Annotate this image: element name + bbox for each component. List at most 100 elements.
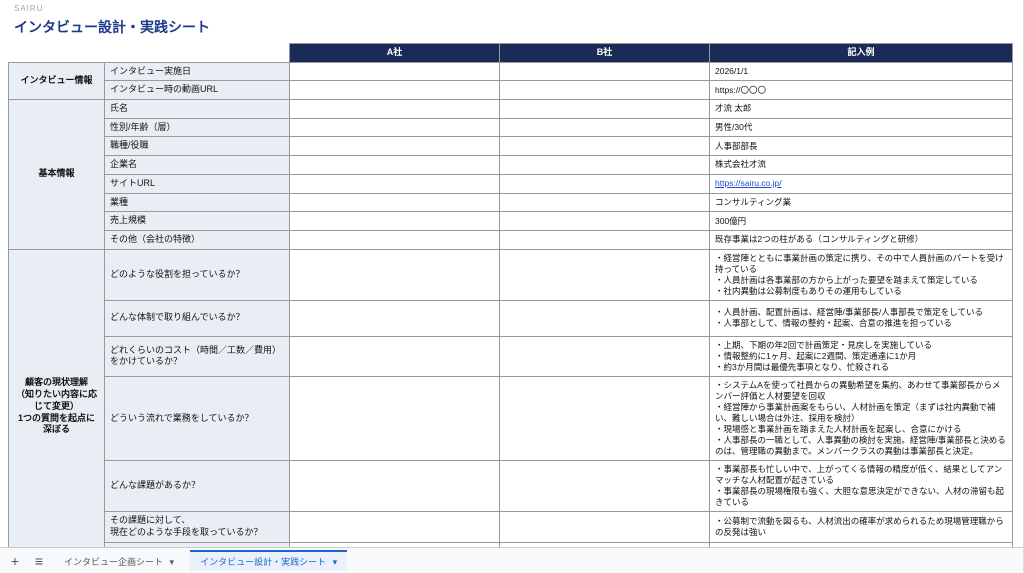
tab-plan[interactable]: インタビュー企画シート ▾ (54, 550, 184, 571)
company-b-cell[interactable] (500, 212, 710, 231)
company-b-cell[interactable] (500, 249, 710, 300)
section-label: 基本情報 (9, 100, 105, 250)
company-a-cell[interactable] (290, 512, 500, 542)
table-row: インタビュー情報インタビュー実施日2026/1/1 (9, 62, 1013, 81)
brand-label: SAIRU (8, 4, 1015, 13)
table-row: どういう流れで業務をしているか？ システムAを使って社員からの異動希望を集約、あわ… (9, 376, 1013, 460)
table-row: 職種/役職 人事部部長 (9, 137, 1013, 156)
tab-design-label: インタビュー設計・実践シート (200, 557, 326, 567)
question-cell[interactable]: インタビュー時の動画URL (105, 81, 290, 100)
company-a-cell[interactable] (290, 81, 500, 100)
example-cell[interactable]: 才流 太郎 (710, 100, 1013, 119)
add-sheet-button[interactable]: + (6, 552, 24, 570)
example-cell[interactable]: 既存事業は2つの柱がある（コンサルティングと研修） (710, 230, 1013, 249)
sheet-tabbar: + ≡ インタビュー企画シート ▾ インタビュー設計・実践シート ▾ (0, 547, 1023, 573)
company-a-cell[interactable] (290, 156, 500, 175)
question-cell[interactable]: 氏名 (105, 100, 290, 119)
company-b-cell[interactable] (500, 174, 710, 193)
company-a-cell[interactable] (290, 336, 500, 376)
section-label: 顧客の現状理解（知りたい内容に応じて変更）1つの質問を起点に深ぼる (9, 249, 105, 547)
table-row: その課題に対して、現在どのような手段を取っているか？ 公募制で流動を図るも、人材流… (9, 512, 1013, 542)
question-cell[interactable]: 職種/役職 (105, 137, 290, 156)
company-b-cell[interactable] (500, 137, 710, 156)
question-cell[interactable]: どういう流れで業務をしているか？ (105, 376, 290, 460)
company-b-cell[interactable] (500, 512, 710, 542)
example-cell[interactable]: 人員計画、配置計画は、経営陣/事業部長/人事部長で策定をしている人事部として、情… (710, 300, 1013, 336)
example-cell[interactable]: 2026/1/1 (710, 62, 1013, 81)
company-a-cell[interactable] (290, 118, 500, 137)
company-a-cell[interactable] (290, 300, 500, 336)
question-cell[interactable]: その課題に対して、現在どのような手段を取っているか？ (105, 512, 290, 542)
question-cell[interactable]: どんな課題があるか？ (105, 461, 290, 512)
example-cell[interactable]: 公募制で流動を図るも、人材流出の確率が求められるため現場管理職からの反発は強い (710, 512, 1013, 542)
company-a-cell[interactable] (290, 461, 500, 512)
chevron-down-icon: ▾ (170, 557, 175, 567)
table-row: サイトURL https://sairu.co.jp/ (9, 174, 1013, 193)
col-header-a: A社 (290, 44, 500, 63)
question-cell[interactable]: 業種 (105, 193, 290, 212)
company-b-cell[interactable] (500, 62, 710, 81)
question-cell[interactable]: その他（会社の特徴） (105, 230, 290, 249)
table-row: 顧客の現状理解（知りたい内容に応じて変更）1つの質問を起点に深ぼるどのような役割… (9, 249, 1013, 300)
example-cell[interactable]: 300億円 (710, 212, 1013, 231)
company-a-cell[interactable] (290, 62, 500, 81)
question-cell[interactable]: 性別/年齢（層） (105, 118, 290, 137)
example-cell[interactable]: 男性/30代 (710, 118, 1013, 137)
question-cell[interactable]: どんな体制で取り組んでいるか？ (105, 300, 290, 336)
table-row: 基本情報氏名才流 太郎 (9, 100, 1013, 119)
company-b-cell[interactable] (500, 300, 710, 336)
company-a-cell[interactable] (290, 212, 500, 231)
company-a-cell[interactable] (290, 249, 500, 300)
interview-table: A社 B社 記入例 インタビュー情報インタビュー実施日2026/1/1インタビュ… (8, 43, 1013, 547)
site-url-link[interactable]: https://sairu.co.jp/ (715, 178, 782, 188)
table-row: 売上規模 300億円 (9, 212, 1013, 231)
company-a-cell[interactable] (290, 376, 500, 460)
table-row: どんな課題があるか？ 事業部長も忙しい中で、上がってくる情報の精度が低く、結果とし… (9, 461, 1013, 512)
question-cell[interactable]: どのような役割を担っているか？ (105, 249, 290, 300)
question-cell[interactable]: サイトURL (105, 174, 290, 193)
company-b-cell[interactable] (500, 193, 710, 212)
example-cell[interactable]: https://sairu.co.jp/ (710, 174, 1013, 193)
question-cell[interactable]: 企業名 (105, 156, 290, 175)
tab-plan-label: インタビュー企画シート (64, 557, 163, 567)
example-cell[interactable]: 事業部長も忙しい中で、上がってくる情報の精度が低く、結果としてアンマッチな人材配… (710, 461, 1013, 512)
question-cell[interactable]: 売上規模 (105, 212, 290, 231)
table-row: その他（会社の特徴） 既存事業は2つの柱がある（コンサルティングと研修） (9, 230, 1013, 249)
question-cell[interactable]: どれくらいのコスト（時間／工数／費用）をかけているか？ (105, 336, 290, 376)
col-header-example: 記入例 (710, 44, 1013, 63)
table-row: インタビュー時の動画URL https://〇〇〇 (9, 81, 1013, 100)
col-header-b: B社 (500, 44, 710, 63)
company-b-cell[interactable] (500, 376, 710, 460)
table-row: どんな体制で取り組んでいるか？ 人員計画、配置計画は、経営陣/事業部長/人事部長で… (9, 300, 1013, 336)
tab-design[interactable]: インタビュー設計・実践シート ▾ (190, 550, 347, 571)
company-a-cell[interactable] (290, 230, 500, 249)
header-blank (9, 44, 290, 63)
table-row: 性別/年齢（層） 男性/30代 (9, 118, 1013, 137)
example-cell[interactable]: コンサルティング業 (710, 193, 1013, 212)
company-b-cell[interactable] (500, 81, 710, 100)
company-a-cell[interactable] (290, 137, 500, 156)
table-row: どれくらいのコスト（時間／工数／費用）をかけているか？ 上期、下期の年2回で計画策… (9, 336, 1013, 376)
company-b-cell[interactable] (500, 118, 710, 137)
example-cell[interactable]: 人事部部長 (710, 137, 1013, 156)
company-a-cell[interactable] (290, 174, 500, 193)
table-row: 業種 コンサルティング業 (9, 193, 1013, 212)
chevron-down-icon: ▾ (333, 557, 338, 567)
company-b-cell[interactable] (500, 461, 710, 512)
example-cell[interactable]: https://〇〇〇 (710, 81, 1013, 100)
company-a-cell[interactable] (290, 193, 500, 212)
example-cell[interactable]: システムAを使って社員からの異動希望を集約、あわせて事業部長からメンバー評価と人… (710, 376, 1013, 460)
table-row: 企業名 株式会社才流 (9, 156, 1013, 175)
company-b-cell[interactable] (500, 336, 710, 376)
company-b-cell[interactable] (500, 156, 710, 175)
example-cell[interactable]: 上期、下期の年2回で計画策定・見戻しを実施している情報整約に1ヶ月、起案に2週間… (710, 336, 1013, 376)
page-title: インタビュー設計・実践シート (8, 13, 1015, 43)
question-cell[interactable]: インタビュー実施日 (105, 62, 290, 81)
company-b-cell[interactable] (500, 230, 710, 249)
example-cell[interactable]: 株式会社才流 (710, 156, 1013, 175)
company-b-cell[interactable] (500, 100, 710, 119)
all-sheets-button[interactable]: ≡ (30, 552, 48, 570)
example-cell[interactable]: 経営陣とともに事業計画の策定に携り、その中で人員計画のパートを受け持っている人員… (710, 249, 1013, 300)
company-a-cell[interactable] (290, 100, 500, 119)
section-label: インタビュー情報 (9, 62, 105, 99)
